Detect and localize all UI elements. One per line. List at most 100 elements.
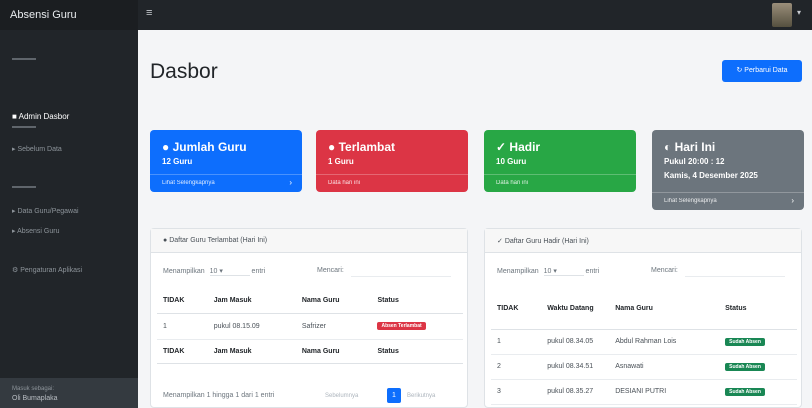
pagination-current[interactable]: 1 <box>387 388 401 403</box>
stat-card-hari-ini: ◐ Hari Ini Pukul 20:00 : 12 Kamis, 4 Des… <box>652 130 804 210</box>
status-badge: Sudah Absen <box>725 387 765 396</box>
chevron-down-icon[interactable]: ▾ <box>797 8 801 17</box>
stat-title: ● Terlambat <box>328 140 396 154</box>
sidebar-item-guru[interactable]: ▸ Data Guru/Pegawai <box>12 206 134 218</box>
stat-footer[interactable]: Data hari ini <box>484 174 636 192</box>
stat-footer[interactable]: Lihat Selengkapnya › <box>652 192 804 210</box>
cell-no: 2 <box>491 354 542 380</box>
current-time: Pukul 20:00 : 12 <box>664 157 725 166</box>
users-icon: ● <box>162 140 170 154</box>
table-row: 3 pukul 08.35.27 DESIANI PUTRI Sudah Abs… <box>491 379 797 405</box>
col-header[interactable]: Nama Guru <box>295 289 372 314</box>
cell-name: Asnawati <box>609 354 720 380</box>
stat-link[interactable]: Lihat Selengkapnya <box>162 180 215 186</box>
card-title: ● Daftar Guru Terlambat (Hari Ini) <box>163 237 268 244</box>
stat-card-hadir: ✓ Hadir 10 Guru Data hari ini <box>484 130 636 192</box>
col-header[interactable]: Nama Guru <box>609 289 720 330</box>
present-teachers-card: ✓ Daftar Guru Hadir (Hari Ini) Menampilk… <box>484 228 802 408</box>
sidebar-section-divider <box>12 186 36 188</box>
sidebar-item-data[interactable]: ▸ Sebelum Data <box>12 144 134 156</box>
cell-no: 3 <box>491 379 542 405</box>
col-footer: TIDAK <box>157 339 208 364</box>
sidebar-item-absensi[interactable]: ▸ Absensi Guru <box>12 226 134 238</box>
chevron-right-icon[interactable]: › <box>791 196 794 205</box>
cell-no: 1 <box>491 329 542 355</box>
current-date: Kamis, 4 Desember 2025 <box>664 171 758 180</box>
sidebar-section-divider <box>12 58 36 60</box>
col-footer: Jam Masuk <box>207 339 296 364</box>
stat-link[interactable]: Data hari ini <box>496 180 528 186</box>
user-avatar[interactable] <box>772 3 792 27</box>
page-title: Dasbor <box>150 60 218 83</box>
logged-in-user: Oli Bumaplaka <box>12 395 58 402</box>
cell-status: Sudah Absen <box>719 379 797 405</box>
stat-footer[interactable]: Lihat Selengkapnya › <box>150 174 302 192</box>
sidebar-item-pengaturan[interactable]: ⚙ Pengaturan Aplikasi <box>12 265 134 277</box>
stat-value: 12 Guru <box>162 157 193 166</box>
sidebar-item-label: Admin Dasbor <box>18 112 70 121</box>
cell-status: Sudah Absen <box>719 329 797 355</box>
entries-length-control: Menampilkan 10 ▾ entri <box>497 267 600 276</box>
table-row: 1 pukul 08.15.09 Safrizer Absen Terlamba… <box>157 313 463 340</box>
cell-name: DESIANI PUTRI <box>609 379 720 405</box>
card-header: ✓ Daftar Guru Hadir (Hari Ini) <box>485 229 801 253</box>
menu-toggle-icon[interactable]: ≡ <box>146 7 156 19</box>
sidebar-section-divider <box>12 126 36 128</box>
refresh-button[interactable]: ↻ Perbarui Data <box>722 60 802 82</box>
col-header[interactable]: Status <box>719 289 797 330</box>
col-header[interactable]: Jam Masuk <box>207 289 296 314</box>
col-header[interactable]: TIDAK <box>491 289 542 330</box>
col-footer: Nama Guru <box>295 339 372 364</box>
card-header: ● Daftar Guru Terlambat (Hari Ini) <box>151 229 467 253</box>
cell-name: Safrizer <box>295 313 372 340</box>
stat-footer[interactable]: Data hari ini <box>316 174 468 192</box>
pagination-next[interactable]: Berikutnya <box>407 393 435 399</box>
search-input[interactable] <box>685 265 785 277</box>
stat-title: ◐ Hari Ini <box>664 140 716 154</box>
table-row: 1 pukul 08.34.05 Abdul Rahman Lois Sudah… <box>491 329 797 355</box>
stat-value: 1 Guru <box>328 157 354 166</box>
pagination-prev[interactable]: Sebelumnya <box>325 393 358 399</box>
late-table: TIDAK Jam Masuk Nama Guru Status 1 pukul… <box>157 289 463 364</box>
col-header[interactable]: Waktu Datang <box>541 289 610 330</box>
card-title: ✓ Daftar Guru Hadir (Hari Ini) <box>497 238 589 245</box>
sidebar-item-label: Sebelum Data <box>17 146 62 153</box>
search-input[interactable] <box>351 265 451 277</box>
cell-time: pukul 08.34.05 <box>541 329 610 355</box>
cell-status: Sudah Absen <box>719 354 797 380</box>
stat-title: ● Jumlah Guru <box>162 140 247 154</box>
user-clock-icon: ● <box>328 140 336 154</box>
app-brand[interactable]: Absensi Guru <box>0 0 138 30</box>
entries-select[interactable]: 10 ▾ <box>543 267 584 276</box>
clock-icon: ◐ <box>664 140 672 154</box>
stat-value: 10 Guru <box>496 157 527 166</box>
table-info: Menampilkan 1 hingga 1 dari 1 entri <box>163 392 275 399</box>
sidebar-item-label: Pengaturan Aplikasi <box>20 267 83 274</box>
sidebar-item-label: Absensi Guru <box>17 228 60 235</box>
entries-select[interactable]: 10 ▾ <box>209 267 250 276</box>
refresh-label: Perbarui Data <box>744 67 788 74</box>
user-check-icon: ✓ <box>496 140 507 154</box>
logged-in-label: Masuk sebagai: <box>12 386 55 392</box>
sidebar: ■ Admin Dasbor ▸ Sebelum Data ▸ Data Gur… <box>0 30 138 408</box>
sidebar-footer: Masuk sebagai: Oli Bumaplaka <box>0 378 138 408</box>
stat-card-terlambat: ● Terlambat 1 Guru Data hari ini <box>316 130 468 192</box>
cell-no: 1 <box>157 313 208 340</box>
col-header[interactable]: TIDAK <box>157 289 208 314</box>
user-check-icon: ✓ <box>497 238 503 245</box>
user-clock-icon: ● <box>163 237 168 244</box>
col-header[interactable]: Status <box>371 289 463 314</box>
stat-link[interactable]: Lihat Selengkapnya <box>664 198 717 204</box>
sidebar-item-label: Data Guru/Pegawai <box>17 208 79 215</box>
cell-time: pukul 08.15.09 <box>207 313 296 340</box>
entries-length-control: Menampilkan 10 ▾ entri <box>163 267 266 276</box>
status-badge: Absen Terlambat <box>377 322 426 330</box>
stat-link[interactable]: Data hari ini <box>328 180 360 186</box>
search-label: Mencari: <box>651 267 678 274</box>
cell-time: pukul 08.35.27 <box>541 379 610 405</box>
search-label: Mencari: <box>317 267 344 274</box>
chevron-right-icon[interactable]: › <box>289 178 292 187</box>
cell-status: Absen Terlambat <box>371 313 463 340</box>
sidebar-item-admin-dasbor[interactable]: ■ Admin Dasbor <box>12 111 134 123</box>
stat-card-jumlah-guru: ● Jumlah Guru 12 Guru Lihat Selengkapnya… <box>150 130 302 192</box>
